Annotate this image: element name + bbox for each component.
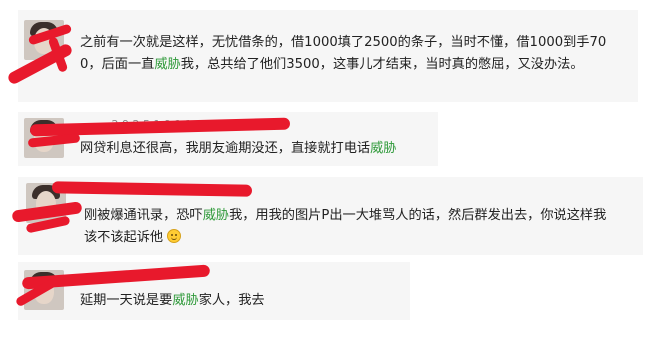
keyword-threat: 威胁 bbox=[370, 141, 397, 156]
comment-card-4: ·· ··· ·· ·· · 延期一天说是要威胁家人，我去 bbox=[18, 262, 410, 320]
keyword-threat: 威胁 bbox=[154, 57, 181, 72]
comment-text: 之前有一次就是这样，无忧借条的，借1000填了2500的条子，当时不懂，借100… bbox=[80, 35, 607, 72]
comment-text: 刚被爆通讯录，恐吓威胁我，用我的图片P出一大堆骂人的话，然后群发出去，你说这样我… bbox=[84, 208, 607, 245]
comment-text: 网贷利息还很高，我朋友逾期没还，直接就打电话威胁 bbox=[80, 141, 397, 156]
keyword-threat: 威胁 bbox=[172, 293, 199, 308]
smile-emoji-icon bbox=[167, 229, 182, 243]
keyword-threat: 威胁 bbox=[202, 208, 230, 223]
comment-text: 延期一天说是要威胁家人，我去 bbox=[80, 293, 265, 308]
comment-card-1: 之前有一次就是这样，无忧借条的，借1000填了2500的条子，当时不懂，借100… bbox=[18, 10, 638, 102]
